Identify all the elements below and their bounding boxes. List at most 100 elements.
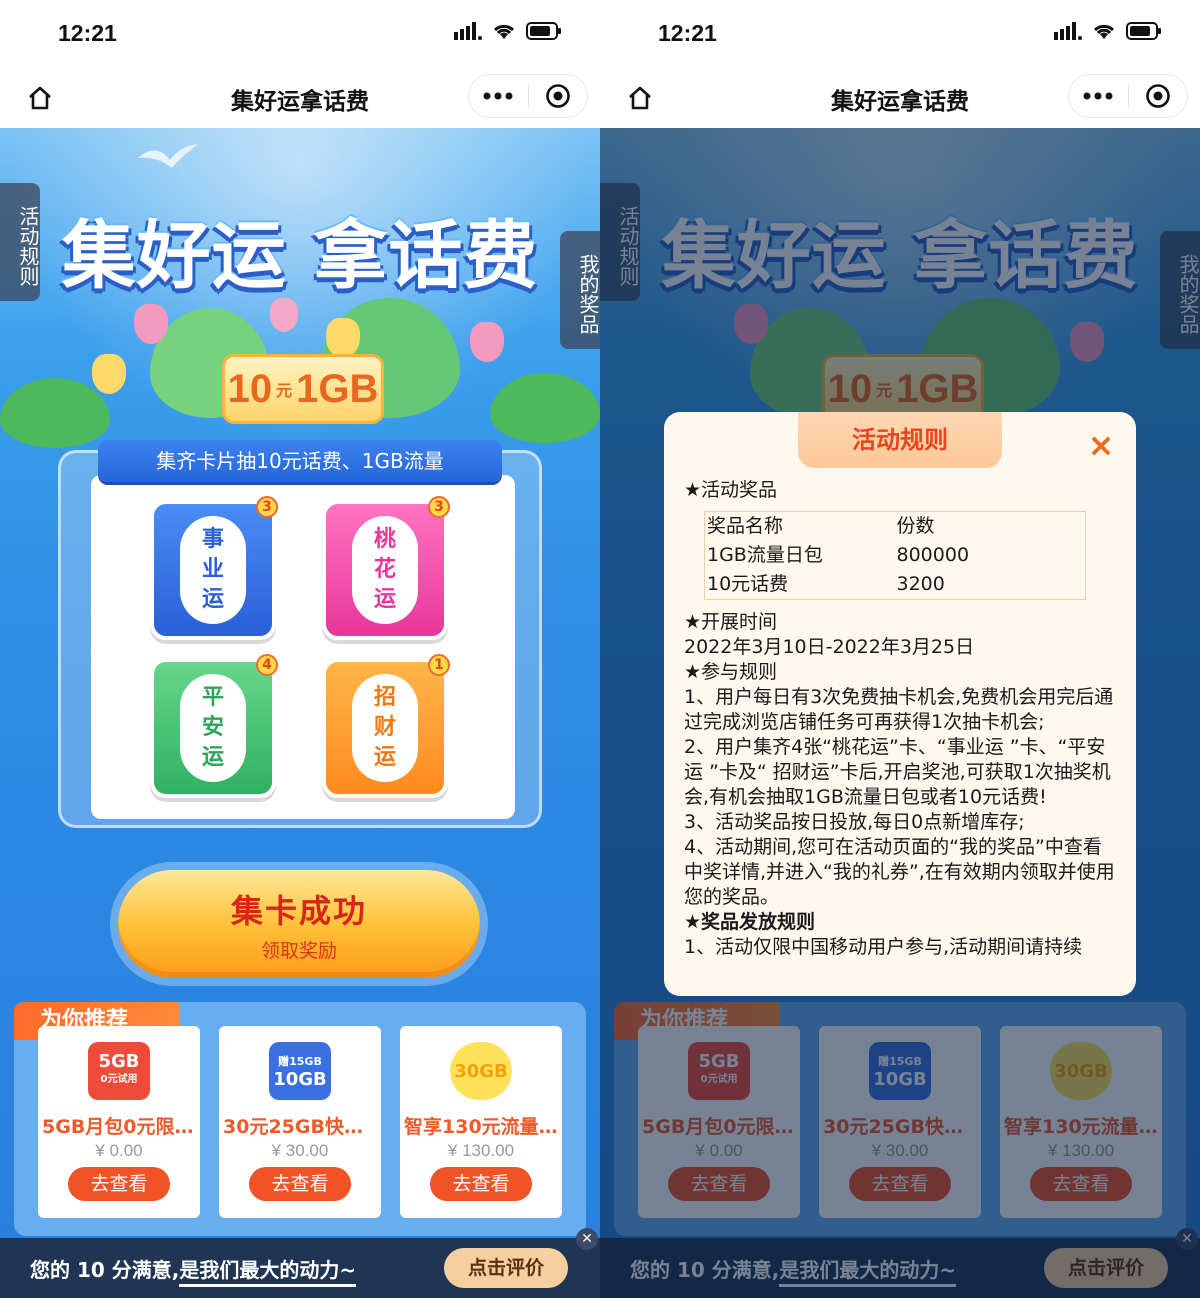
recommend-section: 为你推荐 5GB 0元试用 5GB月包0元限... ¥ 0.00 去查看 赠15… — [14, 1002, 586, 1236]
rate-button[interactable]: 点击评价 — [444, 1248, 568, 1288]
tulip-decoration — [92, 354, 126, 394]
recommend-name: 30元25GB快手包 — [223, 1116, 381, 1138]
data-30gb-icon: 30GB — [450, 1042, 512, 1100]
card-char: 花 — [373, 557, 396, 582]
feedback-highlight: 是我们最大的动力~ — [179, 1258, 357, 1287]
prize-table: 奖品名称 份数 1GB流量日包 800000 10元话费 3200 — [704, 511, 1086, 600]
more-icon — [1083, 92, 1113, 100]
more-button[interactable] — [469, 75, 528, 117]
close-miniprogram-button[interactable] — [1129, 75, 1188, 117]
card-char: 桃 — [373, 527, 396, 552]
target-icon — [545, 84, 570, 108]
rules-modal: 活动规则 × ★活动奖品 奖品名称 份数 1GB流量日包 800000 10元话… — [664, 412, 1136, 996]
claim-reward-inner: 集卡成功 领取奖励 — [118, 870, 480, 978]
feedback-prefix: 您的 10 分满意, — [30, 1258, 180, 1282]
recommend-price: ¥ 30.00 — [271, 1141, 329, 1160]
recommend-card[interactable]: 赠15GB 10GB 30元25GB快手包 ¥ 30.00 去查看 — [219, 1026, 381, 1218]
rule-item: 2、用户集齐4张“桃花运”卡、“事业运 ”卡、“平安运 ”卡及“ 招财运”卡后,… — [684, 736, 1111, 808]
table-cell: 1GB流量日包 — [707, 544, 823, 566]
view-button[interactable]: 去查看 — [249, 1167, 351, 1201]
card-char: 平 — [201, 685, 224, 710]
table-header-row: 奖品名称 份数 — [705, 512, 1086, 542]
time-text: 2022年3月10日-2022年3月25日 — [684, 636, 975, 658]
recommend-card[interactable]: 5GB 0元试用 5GB月包0元限... ¥ 0.00 去查看 — [38, 1026, 200, 1218]
wifi-icon — [493, 24, 515, 39]
card-love-luck[interactable]: 桃 花 运 3 — [322, 496, 450, 640]
card-char: 运 — [373, 745, 396, 770]
reco-icon-sub: 0元试用 — [100, 1074, 138, 1085]
card-panel — [58, 450, 542, 828]
recommend-price: ¥ 130.00 — [447, 1141, 515, 1160]
status-bar: 12:21 — [0, 0, 600, 66]
status-icons — [454, 22, 562, 40]
signal-icon — [454, 22, 482, 40]
card-count-badge: 3 — [256, 496, 278, 518]
prize-tag: 10 元 1GB — [222, 354, 384, 424]
prize-tag-amount: 10 — [227, 366, 273, 411]
rule-item: 3、活动奖品按日投放,每日0点新增库存; — [684, 811, 1025, 833]
prize-tag-unit: 元 — [276, 383, 293, 400]
feedback-close-button[interactable]: ✕ — [576, 1228, 598, 1250]
card-char: 运 — [201, 745, 224, 770]
wifi-icon — [1093, 24, 1115, 39]
status-time: 12:21 — [658, 20, 717, 46]
signal-icon — [1054, 22, 1082, 40]
status-bar: 12:21 — [600, 0, 1200, 66]
reco-icon-text: 5GB — [98, 1051, 140, 1072]
card-disc: 平 安 运 — [180, 674, 246, 782]
nav-bar: 集好运拿话费 — [600, 66, 1200, 128]
modal-title: 活动规则 — [798, 412, 1002, 468]
rules-tab[interactable]: 活动规则 — [0, 183, 40, 301]
view-button[interactable]: 去查看 — [68, 1167, 170, 1201]
activity-content: 集好运 拿话费 活动规则 我的奖品 10 元 1GB 集齐卡片抽10元话费、1G… — [0, 128, 600, 1298]
table-header-cell: 奖品名称 — [707, 515, 784, 537]
card-disc: 事 业 运 — [180, 516, 246, 624]
card-char: 业 — [201, 557, 224, 582]
card-disc: 桃 花 运 — [352, 516, 418, 624]
claim-reward-button[interactable]: 集卡成功 领取奖励 — [110, 862, 488, 986]
recommend-name: 5GB月包0元限... — [42, 1116, 197, 1138]
tulip-decoration — [470, 322, 504, 362]
banner-title: 集好运 拿话费 — [61, 213, 539, 299]
section-rules-heading: ★参与规则 — [684, 661, 778, 683]
modal-body[interactable]: ★活动奖品 奖品名称 份数 1GB流量日包 800000 10元话费 3200 — [684, 478, 1116, 986]
close-miniprogram-button[interactable] — [529, 75, 588, 117]
my-prizes-tab[interactable]: 我的奖品 — [560, 231, 600, 349]
recommend-card[interactable]: 30GB 智享130元流量... ¥ 130.00 去查看 — [400, 1026, 562, 1218]
table-row: 10元话费 3200 — [705, 570, 1086, 600]
card-char: 招 — [373, 685, 396, 710]
rule-item: 4、活动期间,您可在活动页面的“我的奖品”中查看中奖详情,并进入“我的礼券”,在… — [684, 836, 1115, 908]
table-row: 1GB流量日包 800000 — [705, 541, 1086, 570]
card-char: 安 — [201, 715, 224, 740]
card-safety-luck[interactable]: 平 安 运 4 — [150, 654, 278, 798]
battery-icon — [526, 22, 561, 40]
claim-reward-sub: 领取奖励 — [260, 939, 337, 962]
card-wealth-luck[interactable]: 招 财 运 1 — [322, 654, 450, 798]
view-button[interactable]: 去查看 — [430, 1167, 532, 1201]
more-button[interactable] — [1069, 75, 1128, 117]
target-icon — [1145, 84, 1170, 108]
card-count-badge: 3 — [428, 496, 450, 518]
recommend-price: ¥ 0.00 — [95, 1141, 143, 1160]
recommend-name: 智享130元流量... — [404, 1116, 561, 1138]
table-cell: 3200 — [896, 573, 945, 595]
section-time-heading: ★开展时间 — [684, 611, 778, 633]
table-header-cell: 份数 — [896, 515, 935, 537]
screen-main: 12:21 集好运拿话费 集好运 拿话费 活动规则 我的奖品 10 元 1GB … — [0, 0, 600, 1298]
bird-icon — [138, 144, 198, 168]
feedback-bar: 您的 10 分满意,是我们最大的动力~ 点击评价 ✕ — [0, 1228, 600, 1298]
card-career-luck[interactable]: 事 业 运 3 — [150, 496, 278, 640]
rule-item: 1、用户每日有3次免费抽卡机会,免费机会用完后通过完成浏览店铺任务可再获得1次抽… — [684, 686, 1114, 733]
card-char: 财 — [373, 715, 396, 740]
more-icon — [483, 92, 513, 100]
nav-bar: 集好运拿话费 — [0, 66, 600, 128]
status-icons — [1054, 22, 1162, 40]
panel-ribbon: 集齐卡片抽10元话费、1GB流量 — [98, 440, 502, 482]
table-cell: 800000 — [896, 544, 970, 566]
screens-container: 12:21 集好运拿话费 集好运 拿话费 活动规则 我的奖品 10 元 1GB … — [0, 0, 1200, 1298]
close-icon[interactable]: × — [1086, 429, 1116, 461]
tulip-decoration — [270, 298, 298, 332]
battery-icon — [1126, 22, 1161, 40]
screen-rules-modal: 12:21 集好运拿话费 集好 — [600, 0, 1200, 1298]
section-delivery-heading: ★奖品发放规则 — [684, 911, 816, 933]
